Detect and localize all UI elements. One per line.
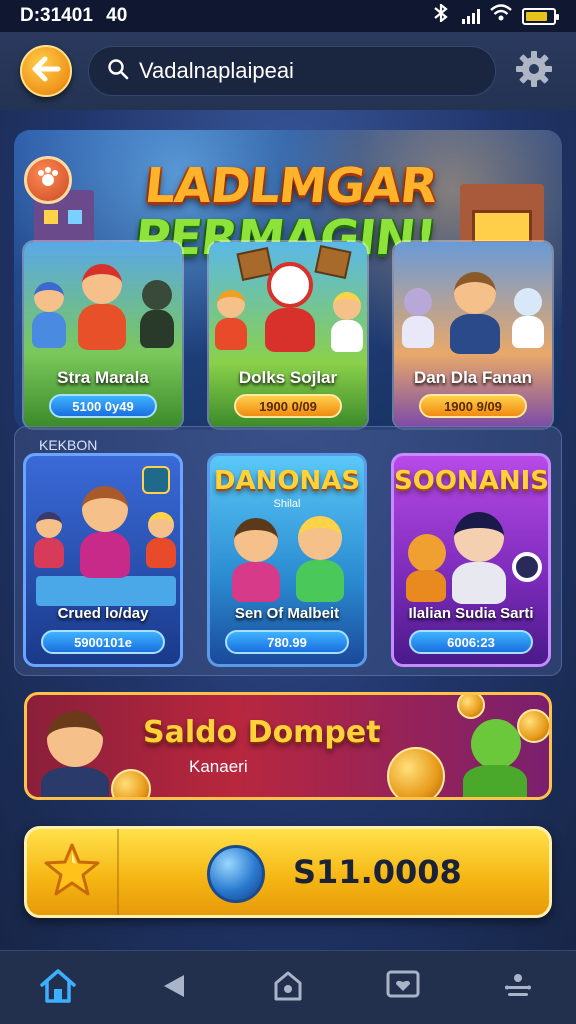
nav-house[interactable] bbox=[258, 958, 318, 1018]
game-card-price[interactable]: 6006:23 bbox=[409, 630, 533, 654]
star-area bbox=[27, 829, 119, 915]
banner-card-2[interactable]: Dolks Sojlar 1900 0/09 bbox=[207, 240, 369, 430]
game-card-price[interactable]: 780.99 bbox=[225, 630, 349, 654]
game-card-title: SOONANIS bbox=[394, 466, 549, 496]
banner-card-3[interactable]: Dan Dla Fanan 1900 9/09 bbox=[392, 240, 554, 430]
nav-profile[interactable] bbox=[488, 958, 548, 1018]
wallet-subtitle: Kanaeri bbox=[189, 757, 248, 776]
status-time: D:31401 40 bbox=[20, 5, 127, 27]
settings-button[interactable] bbox=[512, 49, 556, 93]
wallet-balance-banner[interactable]: Saldo Dompet Kanaeri bbox=[24, 692, 552, 800]
gear-icon bbox=[514, 49, 554, 93]
game-card-price[interactable]: 5900101e bbox=[41, 630, 165, 654]
nav-messages[interactable] bbox=[373, 958, 433, 1018]
triangle-back-icon bbox=[158, 971, 188, 1005]
search-icon bbox=[107, 58, 129, 84]
game-card-caption: Sen Of Malbeit bbox=[234, 605, 340, 622]
star-icon bbox=[43, 842, 101, 902]
battery-icon bbox=[522, 7, 559, 25]
status-bar: D:31401 40 bbox=[0, 0, 576, 32]
game-card-2[interactable]: DANONAS Shilal Sen Of Malbeit 780.99 bbox=[207, 453, 367, 667]
wifi-icon bbox=[490, 4, 512, 28]
banner-card-price[interactable]: 1900 0/09 bbox=[234, 394, 342, 418]
house-icon bbox=[271, 969, 305, 1007]
banner-card-title: Dolks Sojlar bbox=[238, 368, 338, 387]
status-extra: 40 bbox=[106, 5, 128, 26]
top-bar: Vadalnaplaipeai bbox=[0, 32, 576, 110]
gem-icon bbox=[207, 845, 265, 903]
game-section: KEKBON Crued lo/day 5900101e DANONAS Shi… bbox=[14, 426, 562, 676]
back-button[interactable] bbox=[20, 45, 72, 97]
tv-icon bbox=[142, 466, 170, 494]
banner-card-price[interactable]: 1900 9/09 bbox=[419, 394, 527, 418]
search-input[interactable]: Vadalnaplaipeai bbox=[88, 46, 496, 96]
banner-card-1[interactable]: Stra Marala 5100 0y49 bbox=[22, 240, 184, 430]
banner-card-title: Dan Dla Fanan bbox=[413, 368, 533, 387]
wallet-title: Saldo Dompet bbox=[143, 715, 381, 750]
signal-icon bbox=[462, 8, 480, 24]
nav-home[interactable] bbox=[28, 958, 88, 1018]
bluetooth-icon bbox=[432, 2, 452, 28]
game-card-title: DANONAS bbox=[213, 466, 361, 496]
balance-button[interactable]: S11.0008 bbox=[24, 826, 552, 918]
game-card-1[interactable]: Crued lo/day 5900101e bbox=[23, 453, 183, 667]
bottom-nav bbox=[0, 950, 576, 1024]
chat-heart-icon bbox=[385, 969, 421, 1007]
game-card-subtitle: Shilal bbox=[273, 498, 301, 510]
home-icon bbox=[38, 967, 78, 1009]
game-card-caption: Crued lo/day bbox=[57, 605, 149, 622]
clock-text: D:31401 bbox=[20, 5, 93, 26]
nav-back[interactable] bbox=[143, 958, 203, 1018]
profile-icon bbox=[503, 971, 533, 1005]
hero-banner[interactable]: LADLMGAR PERMAGIN! Stra Marala 5100 0y49 bbox=[14, 130, 562, 430]
arrow-left-icon bbox=[31, 56, 61, 86]
section-label: KEKBON bbox=[39, 437, 98, 453]
balance-amount: S11.0008 bbox=[293, 853, 462, 891]
banner-title-line1: LADLMGAR bbox=[142, 158, 440, 214]
banner-card-title: Stra Marala bbox=[57, 368, 149, 387]
game-card-3[interactable]: SOONANIS Ilalian Sudia Sarti 6006:23 bbox=[391, 453, 551, 667]
main-panel: LADLMGAR PERMAGIN! Stra Marala 5100 0y49 bbox=[0, 110, 576, 950]
banner-card-price[interactable]: 5100 0y49 bbox=[49, 394, 157, 418]
game-card-caption: Ilalian Sudia Sarti bbox=[408, 605, 534, 622]
search-query-text: Vadalnaplaipeai bbox=[139, 58, 294, 83]
